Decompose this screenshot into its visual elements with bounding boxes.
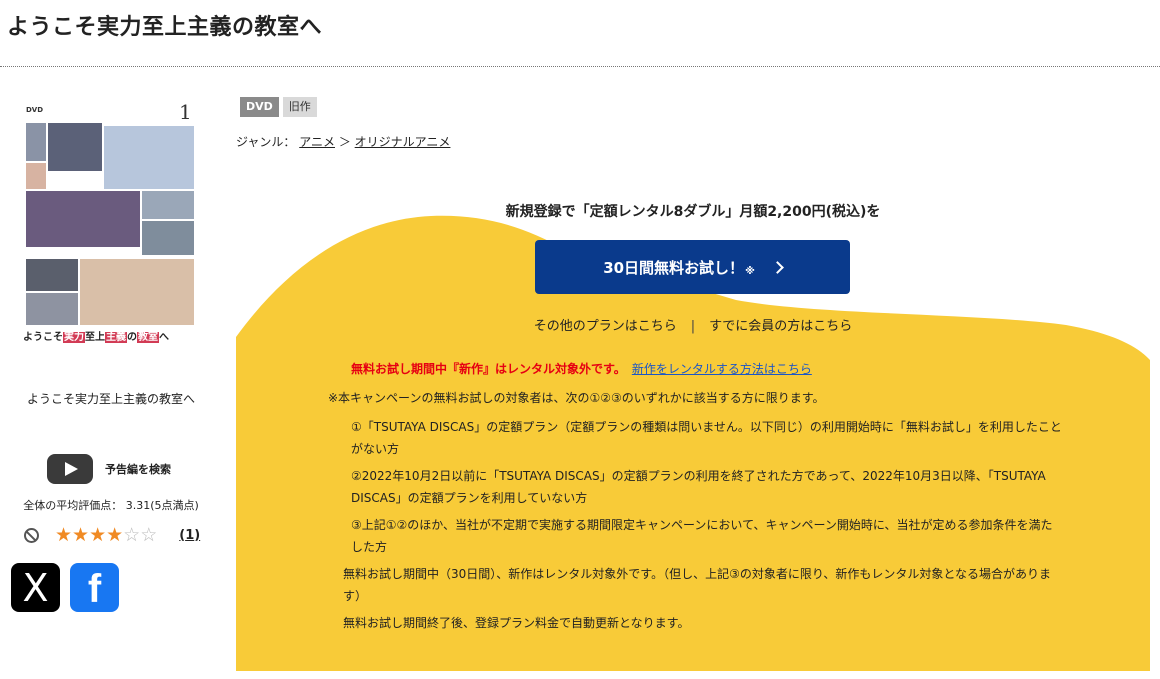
star-empty-icon: ☆☆ <box>123 524 158 546</box>
star-half-icon: ★ <box>106 524 124 546</box>
other-plans-link[interactable]: その他のプランはこちら <box>534 319 677 334</box>
jacket-strip-highlight: 教室 <box>137 332 159 343</box>
jacket-art-panel <box>141 190 195 220</box>
terms-item: ①「TSUTAYA DISCAS」の定額プラン（定額プランの種類は問いません。以… <box>351 420 1062 456</box>
jacket-dvd-mark: DVD <box>26 106 44 114</box>
dvd-badge: DVD <box>240 97 279 117</box>
review-count-link[interactable]: (1) <box>179 528 200 543</box>
jacket-strip-text: 至上 <box>85 332 105 343</box>
star-rating: ★★★★☆☆ <box>55 524 157 546</box>
genre-breadcrumb: ジャンル： アニメ ＞ オリジナルアニメ <box>236 133 450 150</box>
plan-links: その他のプランはこちら | すでに会員の方はこちら <box>236 315 1150 334</box>
jacket-art-panel <box>25 190 141 248</box>
jacket-caption: ようこそ実力至上主義の教室へ <box>26 392 195 406</box>
jacket-strip-text: へ <box>159 332 169 343</box>
genre-prefix: ジャンル： <box>236 135 296 149</box>
review-count-close: ) <box>194 527 201 543</box>
genre-link-original-anime[interactable]: オリジナルアニメ <box>355 135 451 149</box>
free-trial-button[interactable]: 30日間無料お試し！ ※ <box>535 240 850 294</box>
jacket-strip-highlight: 実力 <box>63 332 85 343</box>
title-divider <box>0 66 1160 67</box>
terms-note: 無料お試し期間終了後、登録プラン料金で自動更新となります。 <box>343 616 690 630</box>
prohibited-icon[interactable] <box>24 527 39 543</box>
notice-warning: 無料お試し期間中『新作』はレンタル対象外です。 <box>351 362 626 376</box>
jacket-strip-highlight: 主義 <box>105 332 127 343</box>
rating-row: ★★★★☆☆ (1) <box>24 524 204 546</box>
free-trial-mark: ※ <box>745 265 755 277</box>
trailer-search-label: 予告編を検索 <box>105 463 171 476</box>
share-buttons: X f <box>11 563 119 612</box>
member-login-link[interactable]: すでに会員の方はこちら <box>709 319 852 334</box>
jacket-art-panel <box>25 292 79 326</box>
new-release-rental-link[interactable]: 新作をレンタルする方法はこちら <box>632 362 812 376</box>
jacket-strip-text: の <box>127 332 137 343</box>
new-release-notice: 無料お試し期間中『新作』はレンタル対象外です。 新作をレンタルする方法はこちら <box>351 360 812 377</box>
jacket-art-panel <box>47 122 103 172</box>
jacket-art-panel <box>25 258 79 292</box>
genre-arrow: ＞ <box>338 135 351 149</box>
jacket-art-panel <box>103 125 195 190</box>
average-rating: 全体の平均評価点： 3.31(5点満点) <box>23 499 199 512</box>
campaign-headline: 新規登録で「定額レンタル8ダブル」月額2,200円(税込)を <box>505 204 881 220</box>
jacket-art-panel <box>25 162 47 190</box>
old-release-badge: 旧作 <box>282 97 317 117</box>
terms-item: ②2022年10月2日以前に「TSUTAYA DISCAS」の定額プランの利用を… <box>351 469 1046 505</box>
format-badges: DVD 旧作 <box>240 97 317 117</box>
free-trial-label: 30日間無料お試し！ <box>603 258 745 277</box>
jacket-volume-number: 1 <box>179 100 192 124</box>
terms-lead: ※本キャンペーンの無料お試しの対象者は、次の①②③のいずれかに該当する方に限りま… <box>328 391 825 405</box>
terms-item: ③上記①②のほか、当社が不定期で実施する期間限定キャンペーンにおいて、キャンペー… <box>351 518 1053 554</box>
jacket-art-panel <box>141 220 195 256</box>
jacket-art-panel <box>79 258 195 326</box>
chevron-right-icon <box>770 260 784 274</box>
jacket-strip-text: ようこそ <box>23 332 63 343</box>
x-share-icon[interactable]: X <box>11 563 60 612</box>
trailer-search-button[interactable]: 予告編を検索 <box>47 453 171 485</box>
video-play-icon <box>47 454 93 484</box>
link-separator: | <box>690 319 696 334</box>
star-full-icon: ★★★ <box>55 524 107 546</box>
jacket-art-panel <box>25 122 47 162</box>
page-title: ようこそ実力至上主義の教室へ <box>7 15 323 40</box>
genre-link-anime[interactable]: アニメ <box>299 135 335 149</box>
jacket-title-strip: ようこそ実力至上主義の教室へ <box>23 328 198 353</box>
review-count-value: 1 <box>185 527 195 543</box>
jacket-image[interactable]: DVD 1 ようこそ実力至上主義の教室へ <box>23 100 198 355</box>
terms-note: 無料お試し期間中（30日間）、新作はレンタル対象外です。（但し、上記③の対象者に… <box>343 567 1051 603</box>
facebook-share-icon[interactable]: f <box>70 563 119 612</box>
